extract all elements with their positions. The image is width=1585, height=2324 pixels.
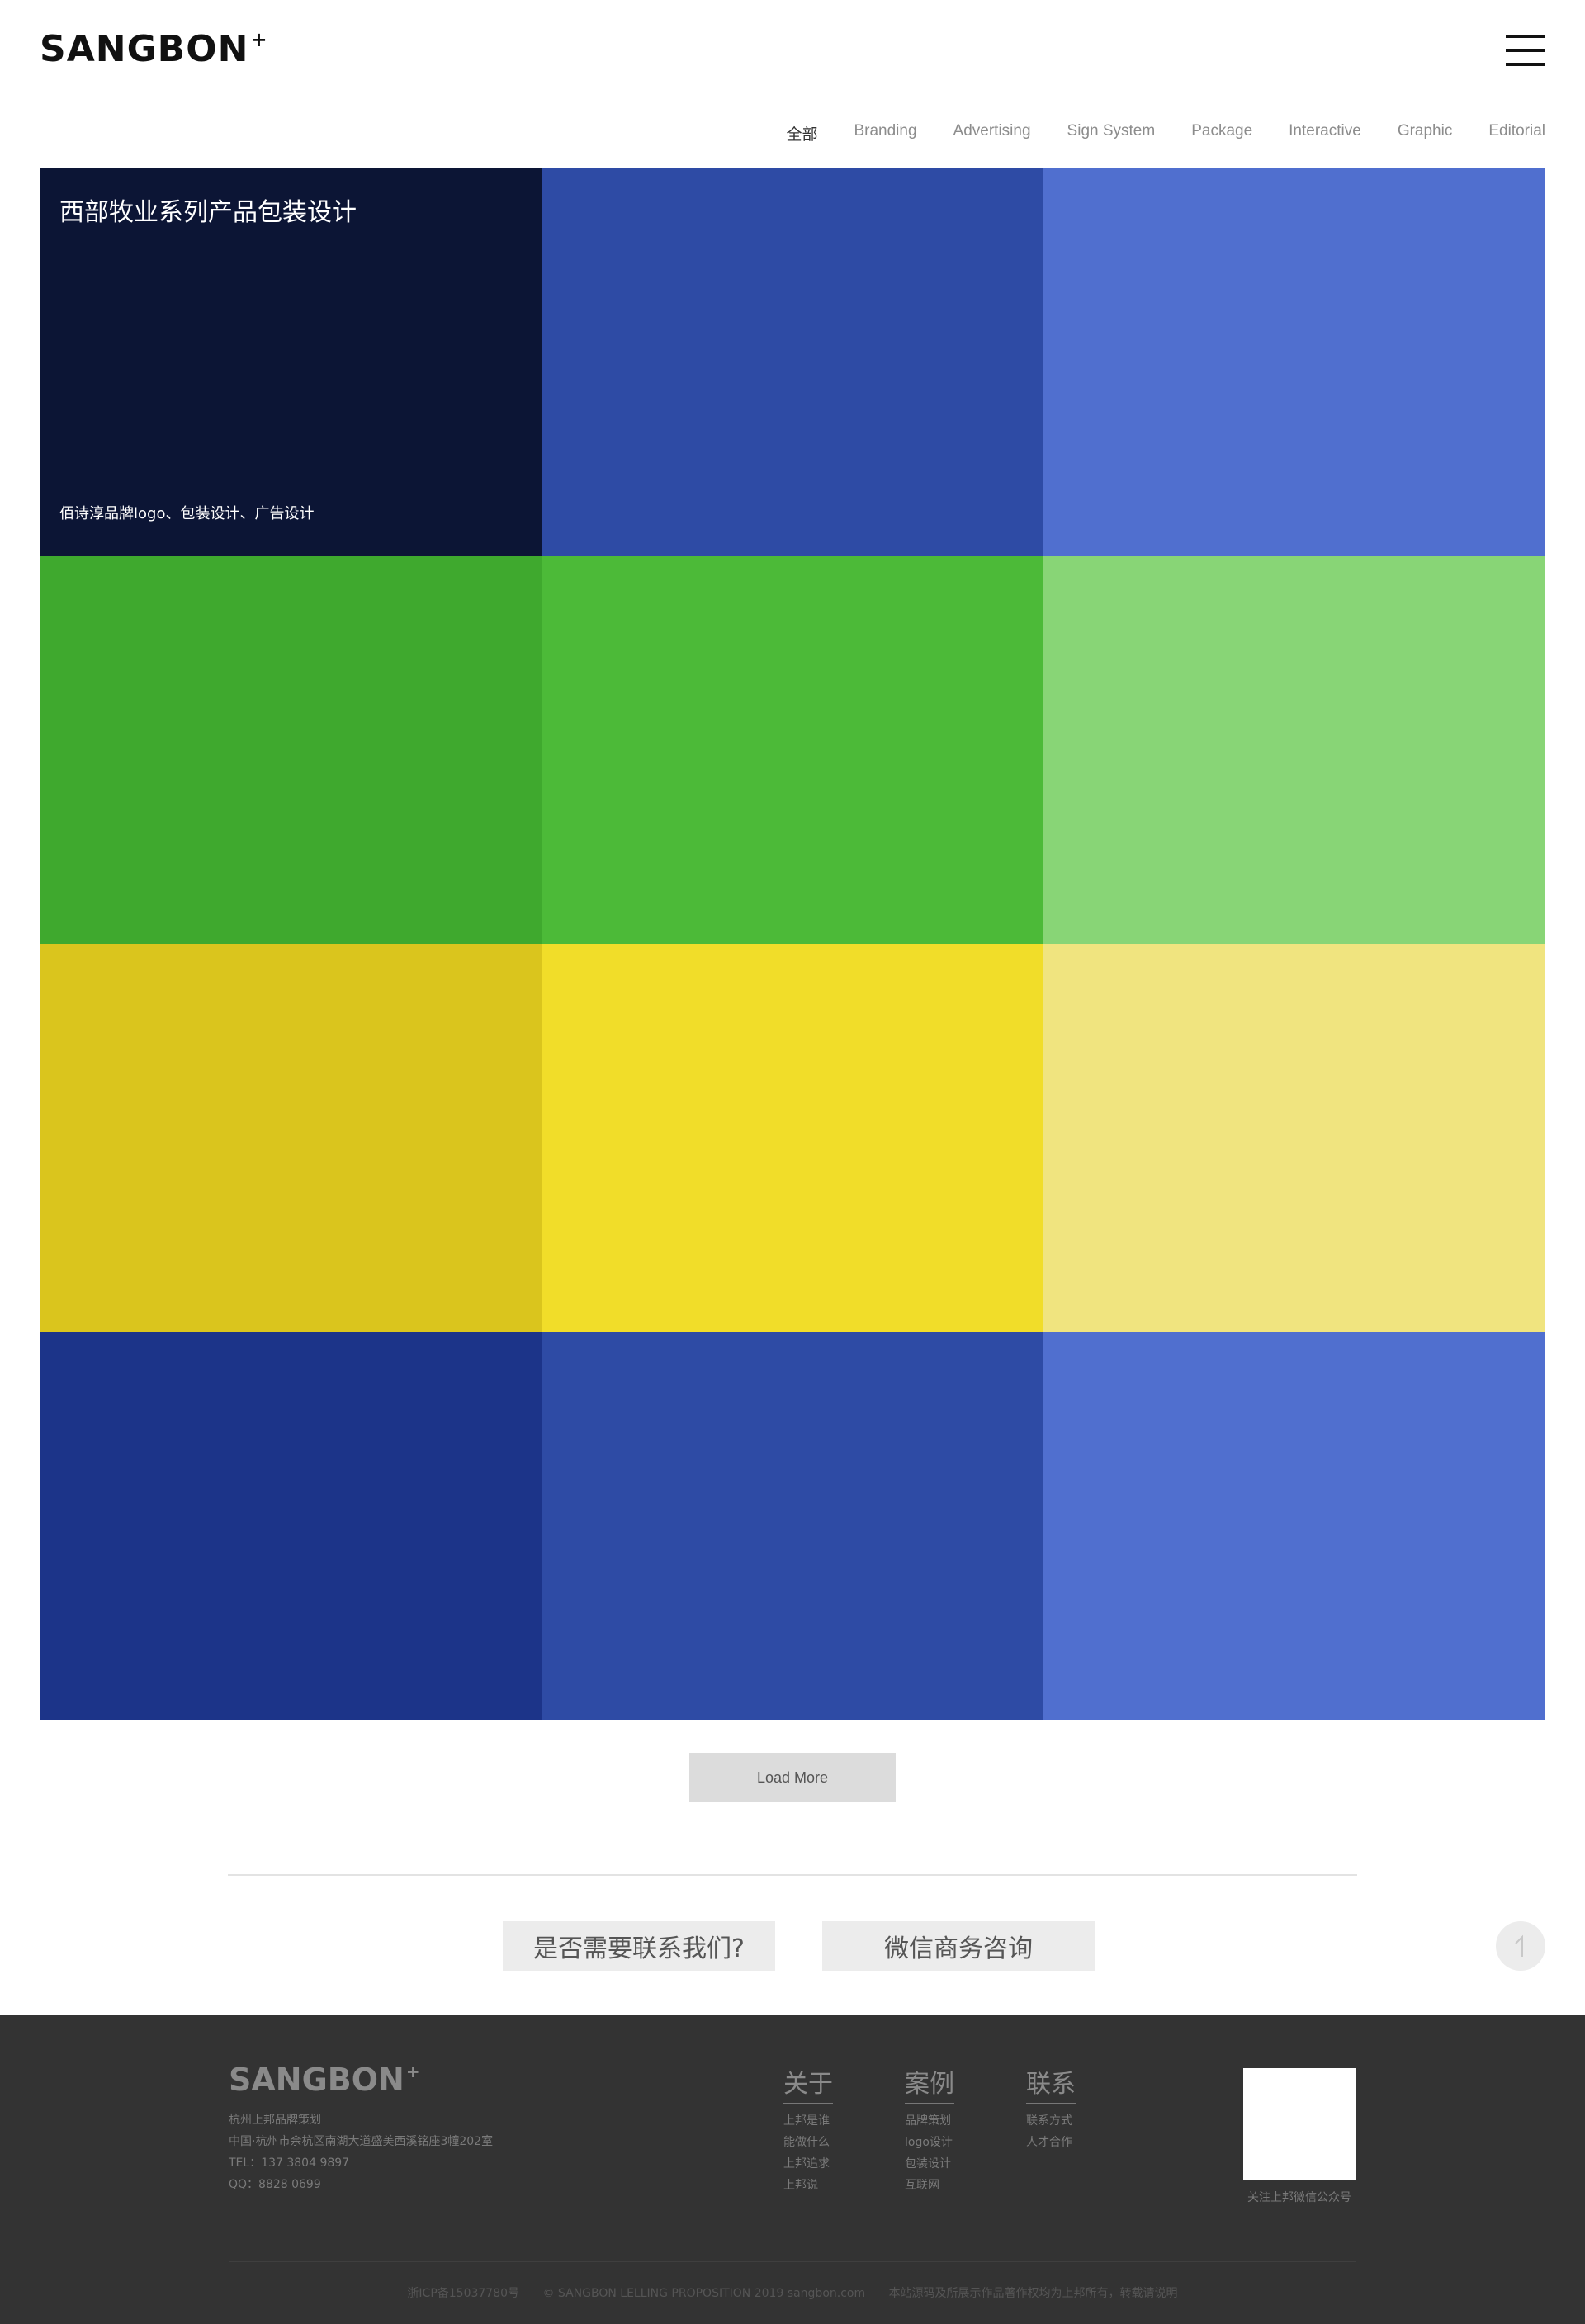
rights-notice: 本站源码及所展示作品著作权均为上邦所有，转载请说明 [888, 2287, 1178, 2300]
company-info: 杭州上邦品牌策划 中国·杭州市余杭区南湖大道盛美西溪铭座3幢202室 TEL：1… [229, 2109, 493, 2195]
footer-copyright: 浙ICP备15037780号 © SANGBON LELLING PROPOSI… [0, 2284, 1585, 2301]
filter-advertising[interactable]: Advertising [953, 122, 1031, 144]
filter-package[interactable]: Package [1191, 122, 1252, 144]
footer-divider [229, 2261, 1356, 2262]
filter-all[interactable]: 全部 [786, 122, 817, 144]
portfolio-tile[interactable] [1043, 1332, 1545, 1720]
logo-text: SANGBON [40, 28, 249, 70]
company-name: 杭州上邦品牌策划 [229, 2114, 321, 2127]
company-phone: TEL：137 3804 9897 [229, 2156, 350, 2170]
filter-editorial[interactable]: Editorial [1488, 122, 1545, 144]
portfolio-tile[interactable] [1043, 556, 1545, 944]
footer-logo[interactable]: SANGBON + [229, 2063, 420, 2096]
footer-col-title: 案例 [905, 2063, 954, 2104]
section-divider [228, 1874, 1357, 1876]
filter-sign-system[interactable]: Sign System [1067, 122, 1156, 144]
site-logo[interactable]: SANGBON + [40, 30, 267, 69]
filter-graphic[interactable]: Graphic [1398, 122, 1453, 144]
footer-col-title: 联系 [1026, 2063, 1076, 2104]
filter-branding[interactable]: Branding [854, 122, 916, 144]
portfolio-grid: 西部牧业系列产品包装设计 佰诗淳品牌logo、包装设计、广告设计 [40, 168, 1545, 1720]
footer-col-title: 关于 [783, 2063, 833, 2104]
copyright-text: © SANGBON LELLING PROPOSITION 2019 sangb… [542, 2287, 866, 2300]
wechat-qr-code [1243, 2068, 1356, 2180]
tile-subtitle: 佰诗淳品牌logo、包装设计、广告设计 [59, 505, 315, 522]
qr-caption: 关注上邦微信公众号 [1247, 2191, 1351, 2204]
footer-link[interactable]: 互联网 [905, 2175, 954, 2196]
site-footer: SANGBON + 杭州上邦品牌策划 中国·杭州市余杭区南湖大道盛美西溪铭座3幢… [0, 2015, 1585, 2324]
footer-link[interactable]: 能做什么 [783, 2132, 833, 2153]
logo-plus-mark: + [250, 28, 267, 51]
portfolio-tile[interactable] [1043, 944, 1545, 1332]
footer-logo-plus-mark: + [405, 2062, 420, 2081]
footer-link[interactable]: 联系方式 [1026, 2110, 1076, 2132]
filter-interactive[interactable]: Interactive [1289, 122, 1361, 144]
icp-number[interactable]: 浙ICP备15037780号 [407, 2287, 519, 2300]
footer-col-about: 关于 上邦是谁 能做什么 上邦追求 上邦说 [783, 2063, 833, 2196]
portfolio-tile[interactable] [1043, 168, 1545, 556]
footer-link[interactable]: 包装设计 [905, 2153, 954, 2175]
back-to-top-button[interactable] [1496, 1921, 1545, 1971]
footer-link[interactable]: 人才合作 [1026, 2132, 1076, 2153]
tile-title: 西部牧业系列产品包装设计 [59, 198, 357, 227]
hamburger-menu-icon[interactable] [1506, 35, 1545, 66]
load-more-button[interactable]: Load More [689, 1753, 896, 1802]
portfolio-tile[interactable] [40, 556, 542, 944]
portfolio-tile[interactable] [542, 168, 1043, 556]
footer-logo-text: SANGBON [229, 2062, 405, 2098]
company-qq: QQ：8828 0699 [229, 2178, 321, 2191]
portfolio-tile[interactable] [40, 944, 542, 1332]
footer-link[interactable]: 上邦说 [783, 2175, 833, 2196]
footer-link[interactable]: 品牌策划 [905, 2110, 954, 2132]
portfolio-tile[interactable] [542, 556, 1043, 944]
footer-col-contact: 联系 联系方式 人才合作 [1026, 2063, 1076, 2153]
category-filter-nav: 全部 Branding Advertising Sign System Pack… [750, 122, 1545, 144]
portfolio-tile[interactable] [542, 1332, 1043, 1720]
footer-link[interactable]: logo设计 [905, 2132, 954, 2153]
contact-us-button[interactable]: 是否需要联系我们? [503, 1921, 775, 1971]
arrow-up-icon [1515, 1934, 1523, 1957]
portfolio-tile[interactable] [542, 944, 1043, 1332]
wechat-consult-button[interactable]: 微信商务咨询 [822, 1921, 1095, 1971]
portfolio-tile[interactable]: 西部牧业系列产品包装设计 佰诗淳品牌logo、包装设计、广告设计 [40, 168, 542, 556]
footer-col-cases: 案例 品牌策划 logo设计 包装设计 互联网 [905, 2063, 954, 2196]
company-address: 中国·杭州市余杭区南湖大道盛美西溪铭座3幢202室 [229, 2135, 494, 2148]
footer-link[interactable]: 上邦追求 [783, 2153, 833, 2175]
footer-link[interactable]: 上邦是谁 [783, 2110, 833, 2132]
portfolio-tile[interactable] [40, 1332, 542, 1720]
